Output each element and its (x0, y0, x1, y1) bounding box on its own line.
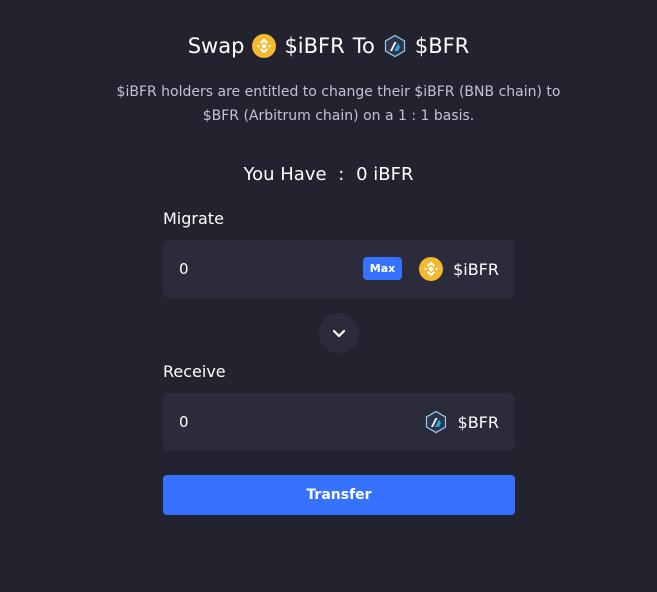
switch-button[interactable] (319, 313, 359, 353)
balance-value: 0 iBFR (356, 164, 414, 185)
transfer-button[interactable]: Transfer (163, 475, 515, 515)
bnb-coin-icon (252, 34, 277, 58)
receive-token-label: $BFR (457, 412, 499, 432)
migrate-amount-input[interactable] (179, 240, 339, 298)
max-button[interactable]: Max (363, 257, 402, 280)
migrate-label: Migrate (163, 209, 224, 228)
receive-field: $BFR (163, 393, 515, 451)
title-connector: To (352, 34, 375, 58)
balance-display: You Have : 0 iBFR (0, 164, 657, 185)
arbitrum-icon (424, 410, 448, 434)
receive-amount-input[interactable] (179, 393, 339, 451)
bnb-coin-icon (419, 257, 444, 281)
title-prefix: Swap (187, 34, 245, 58)
title-from-token: $iBFR (284, 34, 345, 58)
migrate-token: $iBFR (419, 240, 499, 298)
chevron-down-icon (331, 325, 347, 341)
balance-label: You Have (243, 164, 327, 185)
swap-title: Swap $iBFR To $BFR (0, 34, 657, 58)
migrate-token-label: $iBFR (453, 259, 499, 279)
migrate-field: Max $iBFR (163, 240, 515, 298)
arbitrum-icon (383, 34, 407, 58)
receive-token: $BFR (424, 393, 499, 451)
receive-label: Receive (163, 362, 226, 381)
title-to-token: $BFR (414, 34, 470, 58)
balance-separator: : (338, 164, 345, 185)
migration-description: $iBFR holders are entitled to change the… (116, 84, 561, 124)
